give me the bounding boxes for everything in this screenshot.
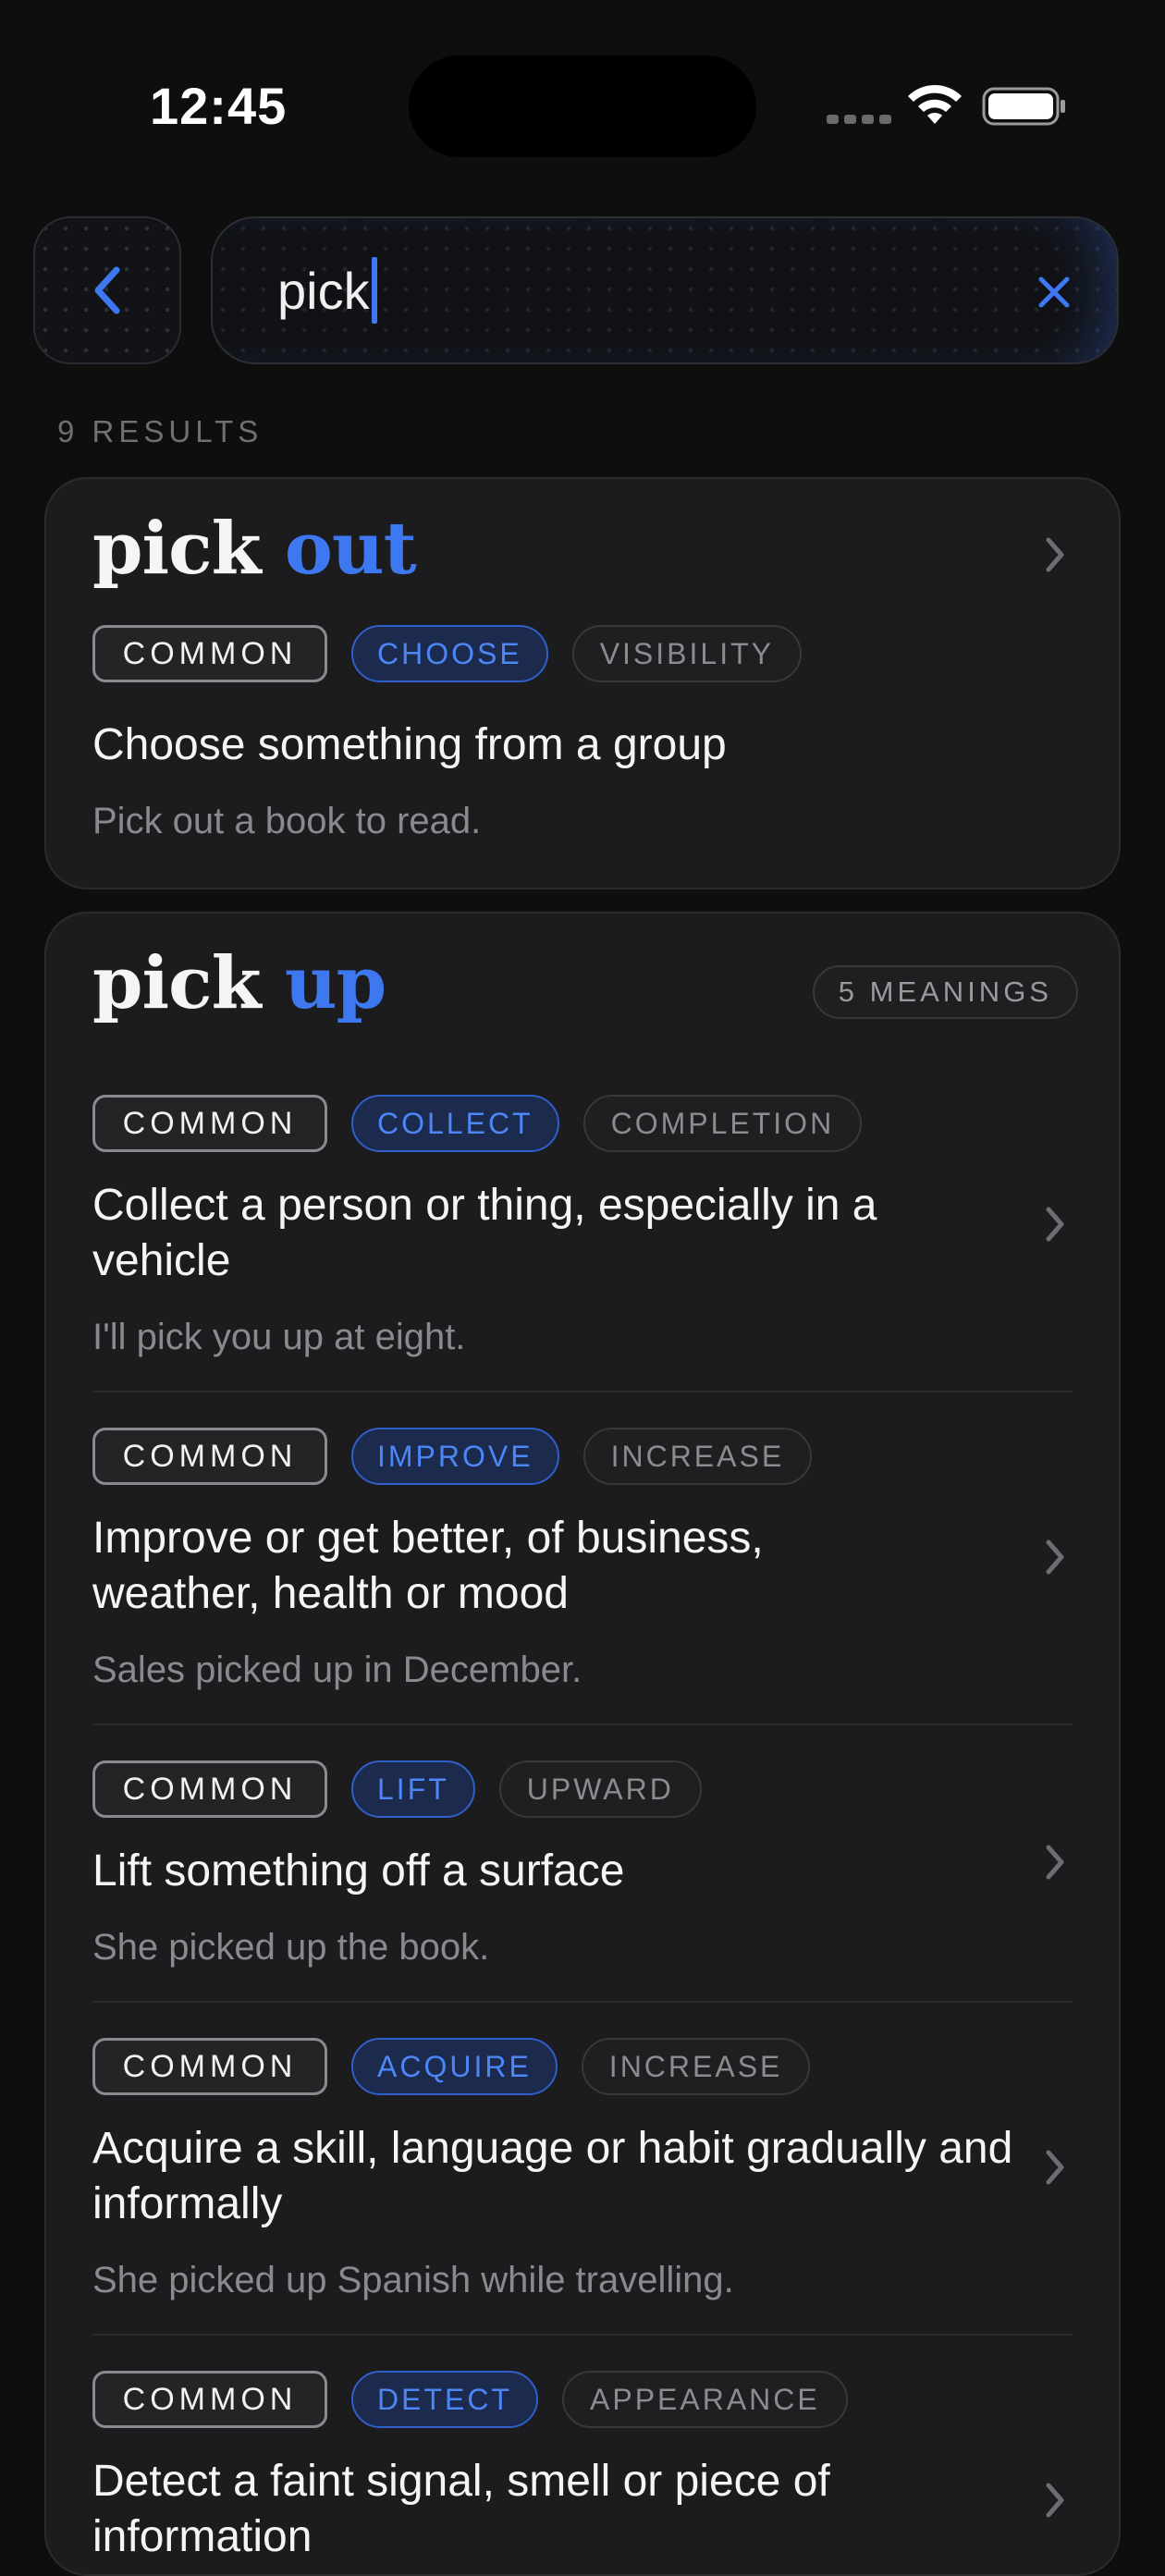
definition: Acquire a skill, language or habit gradu… <box>92 2124 1013 2228</box>
divider <box>92 1723 1073 1725</box>
headword-verb: pick <box>92 941 262 1025</box>
status-time: 12:45 <box>150 77 288 135</box>
headword-verb: pick <box>92 507 262 591</box>
chevron-left-icon <box>94 266 120 314</box>
domain-tag: UPWARD <box>498 1760 702 1818</box>
chevron-right-icon <box>1046 2150 1064 2185</box>
category-tag: DETECT <box>351 2371 538 2428</box>
back-button[interactable] <box>33 216 181 364</box>
divider <box>92 2001 1073 2003</box>
domain-tag: INCREASE <box>581 2038 811 2095</box>
chevron-right-icon <box>1046 2483 1064 2518</box>
category-tag: COLLECT <box>351 1095 559 1152</box>
results-count: 9 RESULTS <box>57 414 264 448</box>
domain-tag: INCREASE <box>582 1428 813 1485</box>
chevron-right-icon <box>1046 1845 1064 1880</box>
tag-row: COMMON IMPROVE INCREASE <box>92 1428 813 1485</box>
wifi-icon <box>908 84 962 124</box>
example-sentence: I'll pick you up at eight. <box>92 1317 466 1357</box>
tag-row: COMMON DETECT APPEARANCE <box>92 2371 848 2428</box>
example-sentence: Pick out a book to read. <box>92 801 482 841</box>
divider <box>92 2334 1073 2336</box>
category-tag: ACQUIRE <box>351 2038 558 2095</box>
frequency-tag: COMMON <box>92 1760 327 1818</box>
meanings-count-badge: 5 MEANINGS <box>812 965 1078 1019</box>
frequency-tag: COMMON <box>92 2038 327 2095</box>
search-field[interactable] <box>211 216 1119 364</box>
tag-row: COMMON COLLECT COMPLETION <box>92 1095 863 1152</box>
definition: Collect a person or thing, especially in… <box>92 1181 877 1285</box>
domain-tag: VISIBILITY <box>571 625 802 682</box>
result-card-pick-up: pick up 5 MEANINGS COMMON COLLECT COMPLE… <box>44 912 1121 2576</box>
tag-row: COMMON LIFT UPWARD <box>92 1760 702 1818</box>
dynamic-island <box>409 55 756 157</box>
search-input[interactable] <box>277 253 980 327</box>
result-card-pick-out[interactable]: pick out COMMON CHOOSE VISIBILITY Choose… <box>44 477 1121 889</box>
domain-tag: COMPLETION <box>582 1095 863 1152</box>
definition: Detect a faint signal, smell or piece of… <box>92 2457 830 2561</box>
definition: Improve or get better, of business, weat… <box>92 1514 764 1618</box>
cellular-signal-icon <box>827 115 891 124</box>
category-tag: IMPROVE <box>351 1428 559 1485</box>
divider <box>92 1391 1073 1392</box>
category-tag: CHOOSE <box>351 625 548 682</box>
category-tag: LIFT <box>351 1760 475 1818</box>
headword-particle: up <box>284 941 386 1025</box>
example-sentence: She picked up Spanish while travelling. <box>92 2260 734 2300</box>
entry-headword: pick out <box>92 507 417 591</box>
headword-particle: out <box>284 507 417 591</box>
frequency-tag: COMMON <box>92 1095 327 1152</box>
text-caret <box>372 257 377 324</box>
definition: Choose something from a group <box>92 720 727 769</box>
example-sentence: She picked up the book. <box>92 1927 490 1968</box>
chevron-right-icon <box>1046 537 1064 572</box>
example-sentence: Sales picked up in December. <box>92 1650 582 1690</box>
chevron-right-icon <box>1046 1539 1064 1575</box>
definition: Lift something off a surface <box>92 1846 625 1895</box>
entry-headword: pick up <box>92 941 386 1025</box>
tag-row: COMMON CHOOSE VISIBILITY <box>92 625 802 682</box>
frequency-tag: COMMON <box>92 2371 327 2428</box>
battery-icon <box>982 87 1065 126</box>
domain-tag: APPEARANCE <box>562 2371 848 2428</box>
chevron-right-icon <box>1046 1207 1064 1242</box>
frequency-tag: COMMON <box>92 1428 327 1485</box>
frequency-tag: COMMON <box>92 625 327 682</box>
tag-row: COMMON ACQUIRE INCREASE <box>92 2038 811 2095</box>
clear-search-icon[interactable] <box>1032 270 1076 314</box>
